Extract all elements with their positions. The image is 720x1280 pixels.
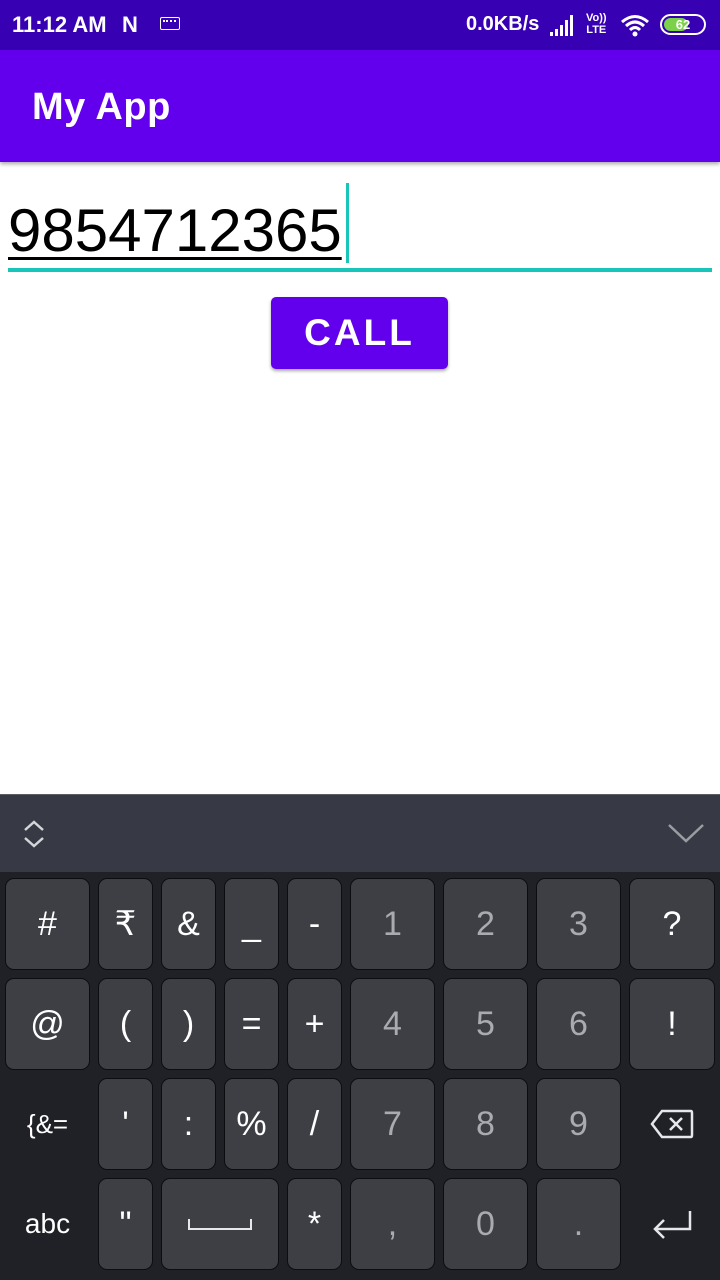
- key-abc[interactable]: abc: [5, 1178, 90, 1270]
- status-time: 11:12 AM: [12, 12, 107, 37]
- key-colon[interactable]: :: [161, 1078, 216, 1170]
- key-underscore[interactable]: _: [224, 878, 279, 970]
- signal-icon: [550, 15, 573, 36]
- key-0[interactable]: 0: [443, 1178, 528, 1270]
- key-hash[interactable]: #: [5, 878, 90, 970]
- key-apostrophe[interactable]: ': [98, 1078, 153, 1170]
- input-underline: [8, 268, 712, 272]
- backspace-key[interactable]: [629, 1078, 715, 1170]
- key-ampersand[interactable]: &: [161, 878, 216, 970]
- backspace-icon: [650, 1109, 694, 1139]
- key-more-symbols[interactable]: {&=: [5, 1078, 90, 1170]
- space-icon: [188, 1219, 252, 1230]
- enter-key[interactable]: [629, 1178, 715, 1270]
- key-equals[interactable]: =: [224, 978, 279, 1070]
- key-question[interactable]: ?: [629, 878, 715, 970]
- volte-icon: Vo)) LTE: [586, 12, 607, 36]
- space-key[interactable]: [161, 1178, 279, 1270]
- key-4[interactable]: 4: [350, 978, 435, 1070]
- key-rupee[interactable]: ₹: [98, 878, 153, 970]
- hide-keyboard-icon[interactable]: [666, 821, 706, 845]
- wifi-icon: [621, 15, 649, 37]
- volte-label: Vo)): [586, 12, 607, 24]
- enter-icon: [653, 1211, 692, 1239]
- key-9[interactable]: 9: [536, 1078, 621, 1170]
- key-3[interactable]: 3: [536, 878, 621, 970]
- key-close-paren[interactable]: ): [161, 978, 216, 1070]
- key-plus[interactable]: +: [287, 978, 342, 1070]
- key-7[interactable]: 7: [350, 1078, 435, 1170]
- battery-level: 62: [675, 17, 691, 32]
- key-minus[interactable]: -: [287, 878, 342, 970]
- status-bar: 11:12 AM N 0.0KB/s Vo)) LTE 62: [0, 0, 720, 50]
- n-icon: N: [122, 12, 138, 37]
- key-at[interactable]: @: [5, 978, 90, 1070]
- key-5[interactable]: 5: [443, 978, 528, 1070]
- lte-label: LTE: [586, 24, 607, 36]
- key-double-quote[interactable]: ": [98, 1178, 153, 1270]
- key-period[interactable]: .: [536, 1178, 621, 1270]
- key-8[interactable]: 8: [443, 1078, 528, 1170]
- phone-number-value[interactable]: 9854712365: [8, 196, 342, 265]
- battery-icon: 62: [660, 14, 706, 35]
- key-asterisk[interactable]: *: [287, 1178, 342, 1270]
- key-1[interactable]: 1: [350, 878, 435, 970]
- keyboard-toolbar: [0, 794, 720, 873]
- network-speed: 0.0KB/s: [466, 13, 540, 35]
- app-bar: My App: [0, 50, 720, 162]
- key-6[interactable]: 6: [536, 978, 621, 1070]
- phone-number-input[interactable]: 9854712365: [8, 180, 712, 272]
- key-comma[interactable]: ,: [350, 1178, 435, 1270]
- call-button[interactable]: CALL: [271, 297, 448, 369]
- key-2[interactable]: 2: [443, 878, 528, 970]
- key-percent[interactable]: %: [224, 1078, 279, 1170]
- app-title: My App: [32, 86, 171, 128]
- expand-icon[interactable]: [22, 819, 46, 849]
- text-cursor: [346, 183, 349, 263]
- key-slash[interactable]: /: [287, 1078, 342, 1170]
- key-open-paren[interactable]: (: [98, 978, 153, 1070]
- symbol-keyboard: # ₹ & _ - 1 2 3 ? @ ( ) = + 4 5 6 ! {&= …: [0, 872, 720, 1280]
- keyboard-icon: [160, 17, 180, 30]
- key-exclamation[interactable]: !: [629, 978, 715, 1070]
